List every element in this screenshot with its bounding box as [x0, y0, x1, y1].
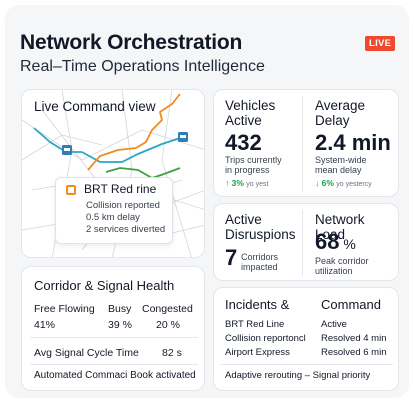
incident-status: Resolved 6 min: [321, 347, 387, 358]
col-header: Free Flowing: [34, 303, 95, 315]
delay-trend: ↓ 6% yo yestercy: [315, 178, 372, 188]
incident-row[interactable]: Airport Express: [225, 347, 290, 358]
incident-marker-icon: [66, 185, 76, 195]
vehicles-trend: ↑ 3% yo yest: [225, 178, 269, 188]
congested-value: 20 %: [156, 319, 180, 331]
delay-value: 2.4 min: [315, 130, 391, 155]
free-flowing-value: 41%: [34, 319, 56, 331]
incidents-footer: Adaptive rerouting – Signal priority: [225, 370, 371, 381]
kpi-card-vehicles-delay[interactable]: Vehicles Active 432 Trips currently in p…: [213, 89, 399, 197]
page-subtitle: Real–Time Operations Intelligence: [20, 58, 265, 75]
disruptions-value: 7: [225, 245, 238, 270]
col-header: Congested: [142, 303, 193, 315]
network-load-value: 68 %: [315, 229, 356, 254]
tooltip-line: 0.5 km delay: [86, 212, 140, 223]
page-title: Network Orchestration: [20, 31, 243, 54]
network-load-subtext: Peak corridor utilization: [315, 256, 369, 276]
incidents-title: Incidents &: [225, 297, 290, 312]
incident-tooltip[interactable]: BRT Red rine Collision reported 0.5 km d…: [55, 177, 173, 244]
disruptions-title: Active Disruspions: [225, 212, 296, 242]
incidents-card[interactable]: Incidents & Command BRT Red Line Active …: [213, 287, 399, 391]
signal-cycle-value: 82 s: [162, 347, 182, 359]
tooltip-line: Collision reported: [86, 200, 160, 211]
col-header: Busy: [108, 303, 132, 315]
delay-subtext: System-wide mean delay: [315, 155, 367, 175]
vehicles-value: 432: [225, 130, 262, 155]
map-card-title: Live Command view: [34, 99, 156, 114]
tooltip-title: BRT Red rine: [84, 182, 157, 196]
incident-status: Resolved 4 min: [321, 333, 387, 344]
live-badge: LIVE: [365, 36, 396, 51]
kpi-card-disruptions-load[interactable]: Active Disruspions 7 Corridors impacted …: [213, 203, 399, 281]
vehicles-title: Vehicles Active: [225, 98, 276, 128]
corridor-footer: Automated Commaci Book activated: [34, 370, 196, 381]
disruptions-subtext: Corridors impacted: [241, 252, 279, 272]
incident-row[interactable]: BRT Red Line: [225, 319, 284, 330]
incident-row[interactable]: Collision reportoncl: [225, 333, 306, 344]
corridor-title: Corridor & Signal Health: [34, 278, 175, 293]
corridor-health-card[interactable]: Corridor & Signal Health Free Flowing Bu…: [21, 266, 205, 391]
delay-title: Average Delay: [315, 98, 366, 128]
vehicles-subtext: Trips currently in progress: [225, 155, 282, 175]
command-title: Command: [321, 297, 381, 312]
tooltip-line: 2 services diverted: [86, 224, 166, 235]
signal-cycle-label: Avg Signal Cycle Time: [34, 347, 139, 359]
incident-status: Active: [321, 319, 347, 330]
busy-value: 39 %: [108, 319, 132, 331]
